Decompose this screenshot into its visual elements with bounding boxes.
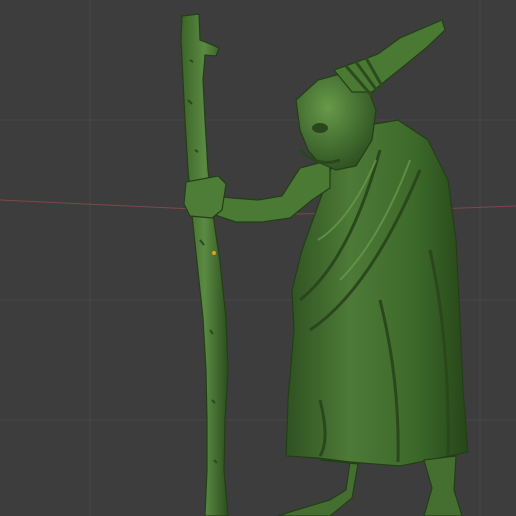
hag-figure-icon[interactable]	[183, 19, 469, 516]
wooden-staff-icon[interactable]	[180, 13, 229, 516]
3d-viewport[interactable]	[0, 0, 516, 516]
world-origin-icon	[212, 251, 216, 255]
viewport-canvas[interactable]	[0, 0, 516, 516]
